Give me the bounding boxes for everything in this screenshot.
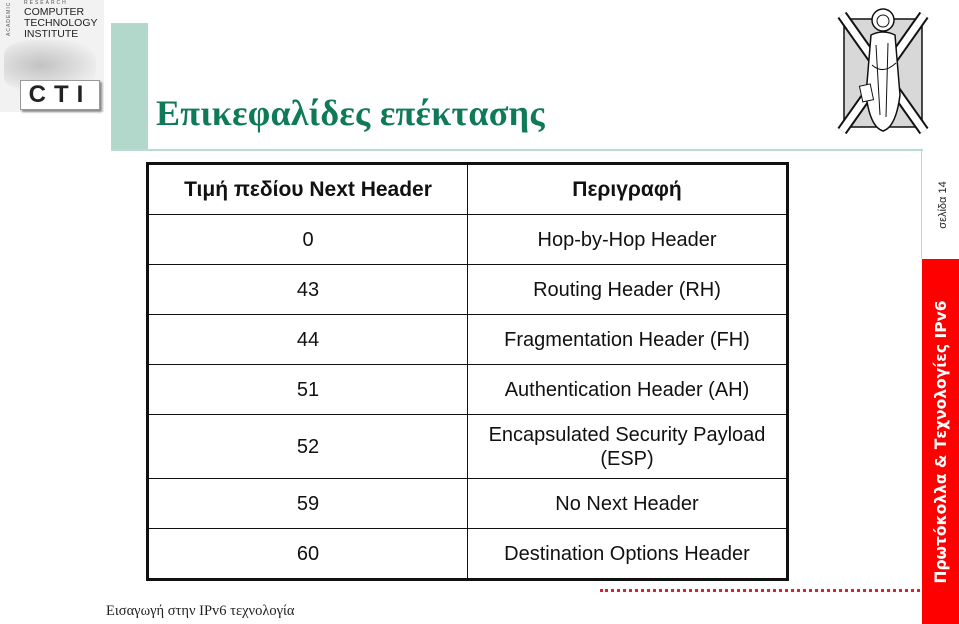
logo-line: INSTITUTE xyxy=(24,28,79,40)
cell-value: 52 xyxy=(147,414,468,479)
saint-andrew-emblem xyxy=(837,8,929,135)
cell-description: Routing Header (RH) xyxy=(467,264,788,315)
table-header-row: Τιμή πεδίου Next Header Περιγραφή xyxy=(147,163,788,215)
table-row: 52 Encapsulated Security Payload (ESP) xyxy=(147,414,788,479)
cell-description-line: Encapsulated Security Payload xyxy=(488,423,766,446)
table-row: 43 Routing Header (RH) xyxy=(147,264,788,315)
cti-logo: RESEARCH ACADEMIC COMPUTER TECHNOLOGY IN… xyxy=(0,0,104,112)
course-title-band: Πρωτόκολλα & Τεχνολογίες IPv6 xyxy=(922,259,959,624)
title-divider xyxy=(111,149,923,151)
footer-dotted-rule xyxy=(600,589,920,592)
logo-academic-text: ACADEMIC xyxy=(6,1,12,36)
emblem-robe xyxy=(865,31,901,132)
table-row: 0 Hop-by-Hop Header xyxy=(147,214,788,265)
cell-value: 43 xyxy=(147,264,468,315)
cell-description: Encapsulated Security Payload (ESP) xyxy=(467,414,788,479)
table-row: 60 Destination Options Header xyxy=(147,528,788,580)
next-header-table: Τιμή πεδίου Next Header Περιγραφή 0 Hop-… xyxy=(146,162,789,581)
cell-value: 51 xyxy=(147,364,468,415)
cell-description: Fragmentation Header (FH) xyxy=(467,314,788,365)
cell-value: 59 xyxy=(147,478,468,529)
logo-cti-mark: CTI xyxy=(20,80,100,110)
column-header-value: Τιμή πεδίου Next Header xyxy=(147,163,468,215)
title-accent-bar xyxy=(111,23,148,150)
footer-text: Εισαγωγή στην IPv6 τεχνολογία xyxy=(106,603,295,619)
cell-description: Destination Options Header xyxy=(467,528,788,580)
table-row: 51 Authentication Header (AH) xyxy=(147,364,788,415)
cell-description-line: (ESP) xyxy=(600,447,654,470)
table-row: 44 Fragmentation Header (FH) xyxy=(147,314,788,365)
emblem-head xyxy=(876,14,890,28)
cell-description: Authentication Header (AH) xyxy=(467,364,788,415)
slide-title: Επικεφαλίδες επέκτασης xyxy=(156,93,545,133)
page-number-label: σελίδα 14 xyxy=(937,181,949,229)
cell-description: Hop-by-Hop Header xyxy=(467,214,788,265)
page-number-divider xyxy=(921,149,922,259)
cell-description: No Next Header xyxy=(467,478,788,529)
logo-institute-name: COMPUTER TECHNOLOGY INSTITUTE xyxy=(24,7,98,40)
table-row: 59 No Next Header xyxy=(147,478,788,529)
course-title: Πρωτόκολλα & Τεχνολογίες IPv6 xyxy=(931,299,950,584)
cell-value: 0 xyxy=(147,214,468,265)
cell-value: 44 xyxy=(147,314,468,365)
column-header-description: Περιγραφή xyxy=(467,163,788,215)
page-number: σελίδα 14 xyxy=(932,150,954,260)
cell-value: 60 xyxy=(147,528,468,580)
